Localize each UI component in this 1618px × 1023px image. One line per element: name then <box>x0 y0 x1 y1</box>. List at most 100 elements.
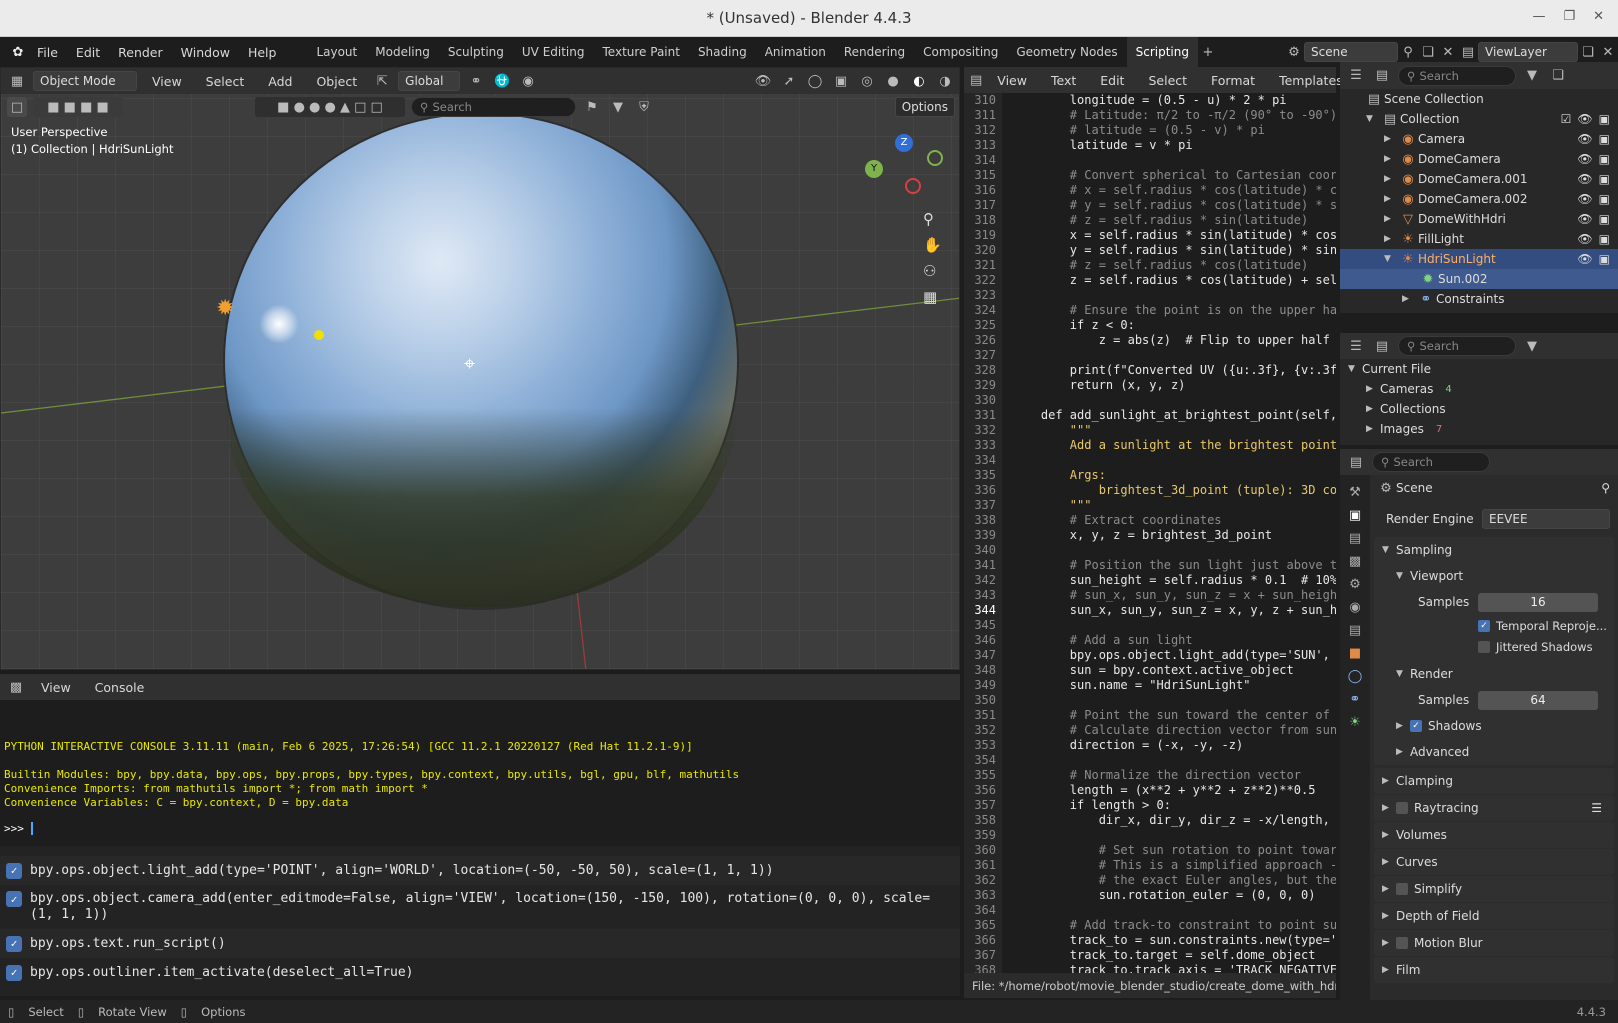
filter-icon[interactable]: ▼ <box>608 97 628 117</box>
new-view-layer-icon[interactable]: ❏ <box>1578 42 1598 62</box>
menu-help[interactable]: Help <box>239 45 286 60</box>
tool-tab-icon[interactable]: ⚒ <box>1349 485 1361 500</box>
selection-mode-icons[interactable]: ■ ■ ■ ■ <box>33 97 123 117</box>
overlay-icon[interactable]: ◯ <box>805 71 825 91</box>
tab-animation[interactable]: Animation <box>756 37 835 67</box>
object-tab-icon[interactable]: ■ <box>1349 646 1361 661</box>
camera-view-icon[interactable]: ⚇ <box>923 262 942 280</box>
constraints-tab-icon[interactable]: ⚭ <box>1350 692 1361 707</box>
eye-icon[interactable]: 👁 <box>1577 252 1592 266</box>
code-line[interactable]: 364 <box>964 903 1336 918</box>
code-line[interactable]: 365 # Add track-to constraint to point s… <box>964 918 1336 933</box>
code-line[interactable]: 338 # Extract coordinates <box>964 513 1336 528</box>
outliner-item-filllight[interactable]: ▶ ☀ FillLight 👁 ▣ <box>1340 229 1618 249</box>
camera-render-icon[interactable]: ▣ <box>1599 172 1610 186</box>
view-layer-icon[interactable]: ▤ <box>1458 42 1478 62</box>
jittered-checkbox-icon[interactable] <box>1478 640 1490 653</box>
gizmo-z-axis[interactable]: Z <box>895 134 913 152</box>
panel-volumes[interactable]: ▶ Volumes <box>1374 822 1614 848</box>
outliner-item-domecamera-002[interactable]: ▶ ◉ DomeCamera.002 👁 ▣ <box>1340 189 1618 209</box>
code-line[interactable]: 311 # Latitude: π/2 to -π/2 (90° to -90°… <box>964 108 1336 123</box>
subpanel-shadows[interactable]: ▶ ✓ Shadows <box>1374 713 1614 739</box>
code-line[interactable]: 333 Add a sunlight at the brightest poin… <box>964 438 1336 453</box>
new-collection-icon[interactable]: ❏ <box>1548 66 1568 86</box>
code-line[interactable]: 327 <box>964 348 1336 363</box>
pin-icon[interactable]: ⚲ <box>1398 42 1418 62</box>
text-menu-format[interactable]: Format <box>1202 73 1264 88</box>
data-tab-icon[interactable]: ☀ <box>1349 715 1361 730</box>
code-line[interactable]: 323 <box>964 288 1336 303</box>
outliner-collection[interactable]: ▼ ▤ Collection ☑ 👁 ▣ <box>1340 109 1618 129</box>
blend-file-view[interactable]: ▼ Current File ▶ Cameras 4 ▶ Collections ▶ Im… <box>1340 359 1618 445</box>
expand-icon[interactable]: ▶ <box>1384 234 1398 244</box>
code-line[interactable]: 343 # sun_x, sun_y, sun_z = x + sun_heig… <box>964 588 1336 603</box>
outliner-item-sun-002[interactable]: ✹ Sun.002 <box>1340 269 1618 289</box>
subpanel-render[interactable]: ▼ Render <box>1374 661 1614 687</box>
expand-icon[interactable]: ▶ <box>1384 214 1398 224</box>
code-line[interactable]: 358 dir_x, dir_y, dir_z = -x/length, - <box>964 813 1336 828</box>
gizmo-x-axis[interactable] <box>905 178 921 194</box>
menu-file[interactable]: File <box>28 45 67 60</box>
expand-icon[interactable]: ▶ <box>1366 384 1380 394</box>
snap-icon[interactable]: ⛎ <box>492 71 512 91</box>
panel-motion-blur[interactable]: ▶ Motion Blur <box>1374 930 1614 956</box>
temporal-reprojection-row[interactable]: ✓ Temporal Reproje... <box>1374 615 1614 636</box>
code-line[interactable]: 351 # Point the sun toward the center of… <box>964 708 1336 723</box>
viewport-menu-object[interactable]: Object <box>307 74 366 89</box>
jittered-shadows-row[interactable]: Jittered Shadows <box>1374 636 1614 657</box>
eye-icon[interactable]: 👁 <box>1577 172 1592 186</box>
code-line[interactable]: 310 longitude = (0.5 - u) * 2 * pi <box>964 93 1336 108</box>
code-line[interactable]: 353 direction = (-x, -y, -z) <box>964 738 1336 753</box>
outliner-item-camera[interactable]: ▶ ◉ Camera 👁 ▣ <box>1340 129 1618 149</box>
transform-orientation[interactable]: Global <box>398 71 461 91</box>
expand-icon[interactable]: ▶ <box>1384 134 1398 144</box>
code-line[interactable]: 334 <box>964 453 1336 468</box>
info-log[interactable]: ✓ bpy.ops.object.light_add(type='POINT', … <box>0 846 960 996</box>
xray-icon[interactable]: ▣ <box>831 71 851 91</box>
code-line[interactable]: 337 """ <box>964 498 1336 513</box>
camera-render-icon[interactable]: ▣ <box>1599 152 1610 166</box>
collapse-icon[interactable]: ▼ <box>1384 254 1398 264</box>
code-line[interactable]: 349 sun.name = "HdriSunLight" <box>964 678 1336 693</box>
options-button[interactable]: Options <box>894 97 955 117</box>
blend-file-search[interactable]: ⚲ Search <box>1398 336 1516 356</box>
outliner-item-constraints[interactable]: ▶ ⚭ Constraints <box>1340 289 1618 309</box>
code-line[interactable]: 331 def add_sunlight_at_brightest_point(… <box>964 408 1336 423</box>
code-line[interactable]: 354 <box>964 753 1336 768</box>
code-line[interactable]: 312 # latitude = (0.5 - v) * pi <box>964 123 1336 138</box>
tab-scripting[interactable]: Scripting <box>1126 37 1198 67</box>
solid-shading-icon[interactable]: ● <box>883 71 903 91</box>
camera-render-icon[interactable]: ▣ <box>1599 112 1610 126</box>
camera-render-icon[interactable]: ▣ <box>1599 132 1610 146</box>
blend-item-collections[interactable]: ▶ Collections <box>1340 399 1618 419</box>
info-row[interactable]: ✓ bpy.ops.object.light_add(type='POINT', … <box>0 856 960 885</box>
expand-icon[interactable]: ▶ <box>1366 404 1380 414</box>
rendered-shading-icon[interactable]: ◑ <box>935 71 955 91</box>
code-line[interactable]: 329 return (x, y, z) <box>964 378 1336 393</box>
outliner-item-hdrisunlight[interactable]: ▼ ☀ HdriSunLight 👁 ▣ <box>1340 249 1618 269</box>
code-line[interactable]: 325 if z < 0: <box>964 318 1336 333</box>
info-row[interactable]: ✓ bpy.ops.object.camera_add(enter_editmod… <box>0 885 960 929</box>
motion-blur-checkbox-icon[interactable] <box>1396 937 1408 949</box>
code-line[interactable]: 316 # x = self.radius * cos(latitude) * … <box>964 183 1336 198</box>
world-tab-icon[interactable]: ◉ <box>1349 600 1360 615</box>
scene-tab-icon[interactable]: ⚙ <box>1349 577 1361 592</box>
expand-icon[interactable]: ▼ <box>1366 114 1380 124</box>
mode-selector[interactable]: Object Mode <box>33 71 137 91</box>
eye-icon[interactable]: 👁 <box>1577 232 1592 246</box>
tab-geometry-nodes[interactable]: Geometry Nodes <box>1007 37 1126 67</box>
code-line[interactable]: 332 """ <box>964 423 1336 438</box>
expand-icon[interactable]: ▶ <box>1384 194 1398 204</box>
code-line[interactable]: 362 # the exact Euler angles, but the <box>964 873 1336 888</box>
simplify-checkbox-icon[interactable] <box>1396 883 1408 895</box>
add-workspace-icon[interactable]: + <box>1198 42 1218 62</box>
scene-icon[interactable]: ⚙ <box>1284 42 1304 62</box>
editor-type-icon[interactable]: ▦ <box>7 71 27 91</box>
code-line[interactable]: 317 # y = self.radius * cos(latitude) * … <box>964 198 1336 213</box>
text-menu-select[interactable]: Select <box>1139 73 1196 88</box>
code-line[interactable]: 368 track_to.track_axis = 'TRACK_NEGATIV… <box>964 963 1336 973</box>
code-line[interactable]: 346 # Add a sun light <box>964 633 1336 648</box>
blender-logo-icon[interactable]: ✿ <box>8 42 28 62</box>
outliner-search[interactable]: ⚲ Search <box>1398 65 1516 86</box>
panel-film[interactable]: ▶ Film <box>1374 957 1614 983</box>
